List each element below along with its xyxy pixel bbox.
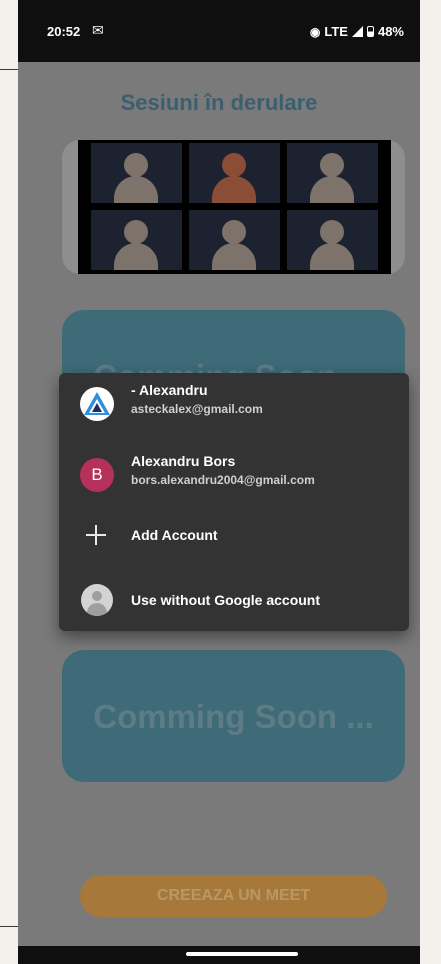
video-tile	[91, 210, 182, 270]
signal-icon	[351, 26, 363, 37]
video-tile	[189, 210, 280, 270]
video-grid	[78, 140, 391, 274]
avatar: B	[80, 458, 114, 492]
person-icon	[222, 153, 246, 177]
network-type: LTE	[324, 24, 348, 39]
person-icon-body	[114, 243, 158, 270]
person-icon-body	[114, 176, 158, 203]
coming-soon-label: Comming Soon ...	[93, 698, 374, 735]
person-icon	[320, 220, 344, 244]
person-icon	[124, 220, 148, 244]
anonymous-avatar-body	[87, 603, 107, 616]
person-icon	[124, 153, 148, 177]
video-tile	[189, 143, 280, 203]
account-email: bors.alexandru2004@gmail.com	[131, 473, 315, 487]
phone-screen: 20:52 ✉ ◉ LTE 48% Sesiuni în derulare Co…	[18, 0, 420, 964]
anonymous-avatar-head	[92, 591, 102, 601]
navigation-bar	[18, 946, 420, 964]
person-icon-body	[212, 243, 256, 270]
video-tile	[91, 143, 182, 203]
coming-soon-card[interactable]: Comming Soon ...	[62, 650, 405, 782]
gmail-icon: ✉	[92, 22, 104, 38]
battery-icon	[366, 26, 374, 37]
video-tile	[287, 210, 378, 270]
person-icon-body	[212, 176, 256, 203]
person-icon-body	[310, 176, 354, 203]
home-handle[interactable]	[186, 952, 298, 956]
create-meet-button[interactable]: CREEAZA UN MEET	[80, 875, 387, 917]
add-account-row[interactable]: Add Account	[59, 505, 409, 565]
account-name: - Alexandru	[131, 382, 208, 398]
plus-icon	[81, 505, 111, 565]
use-without-account-label: Use without Google account	[131, 592, 321, 608]
person-icon-body	[310, 243, 354, 270]
add-account-label: Add Account	[131, 527, 218, 543]
hotspot-icon: ◉	[309, 24, 321, 39]
status-bar: 20:52 ✉ ◉ LTE 48%	[18, 0, 420, 62]
person-icon	[320, 153, 344, 177]
triangle-logo-icon	[80, 387, 114, 421]
person-icon	[222, 220, 246, 244]
anonymous-avatar-icon	[81, 584, 113, 616]
account-row[interactable]: - Alexandru asteckalex@gmail.com	[59, 373, 409, 433]
account-name: Alexandru Bors	[131, 453, 236, 469]
video-tile	[287, 143, 378, 203]
battery-level: 48%	[377, 24, 404, 39]
status-time: 20:52	[47, 24, 81, 39]
page-title: Sesiuni în derulare	[120, 90, 318, 115]
account-picker-dialog: - Alexandru asteckalex@gmail.com Alexand…	[59, 373, 409, 631]
account-email: asteckalex@gmail.com	[131, 402, 263, 416]
